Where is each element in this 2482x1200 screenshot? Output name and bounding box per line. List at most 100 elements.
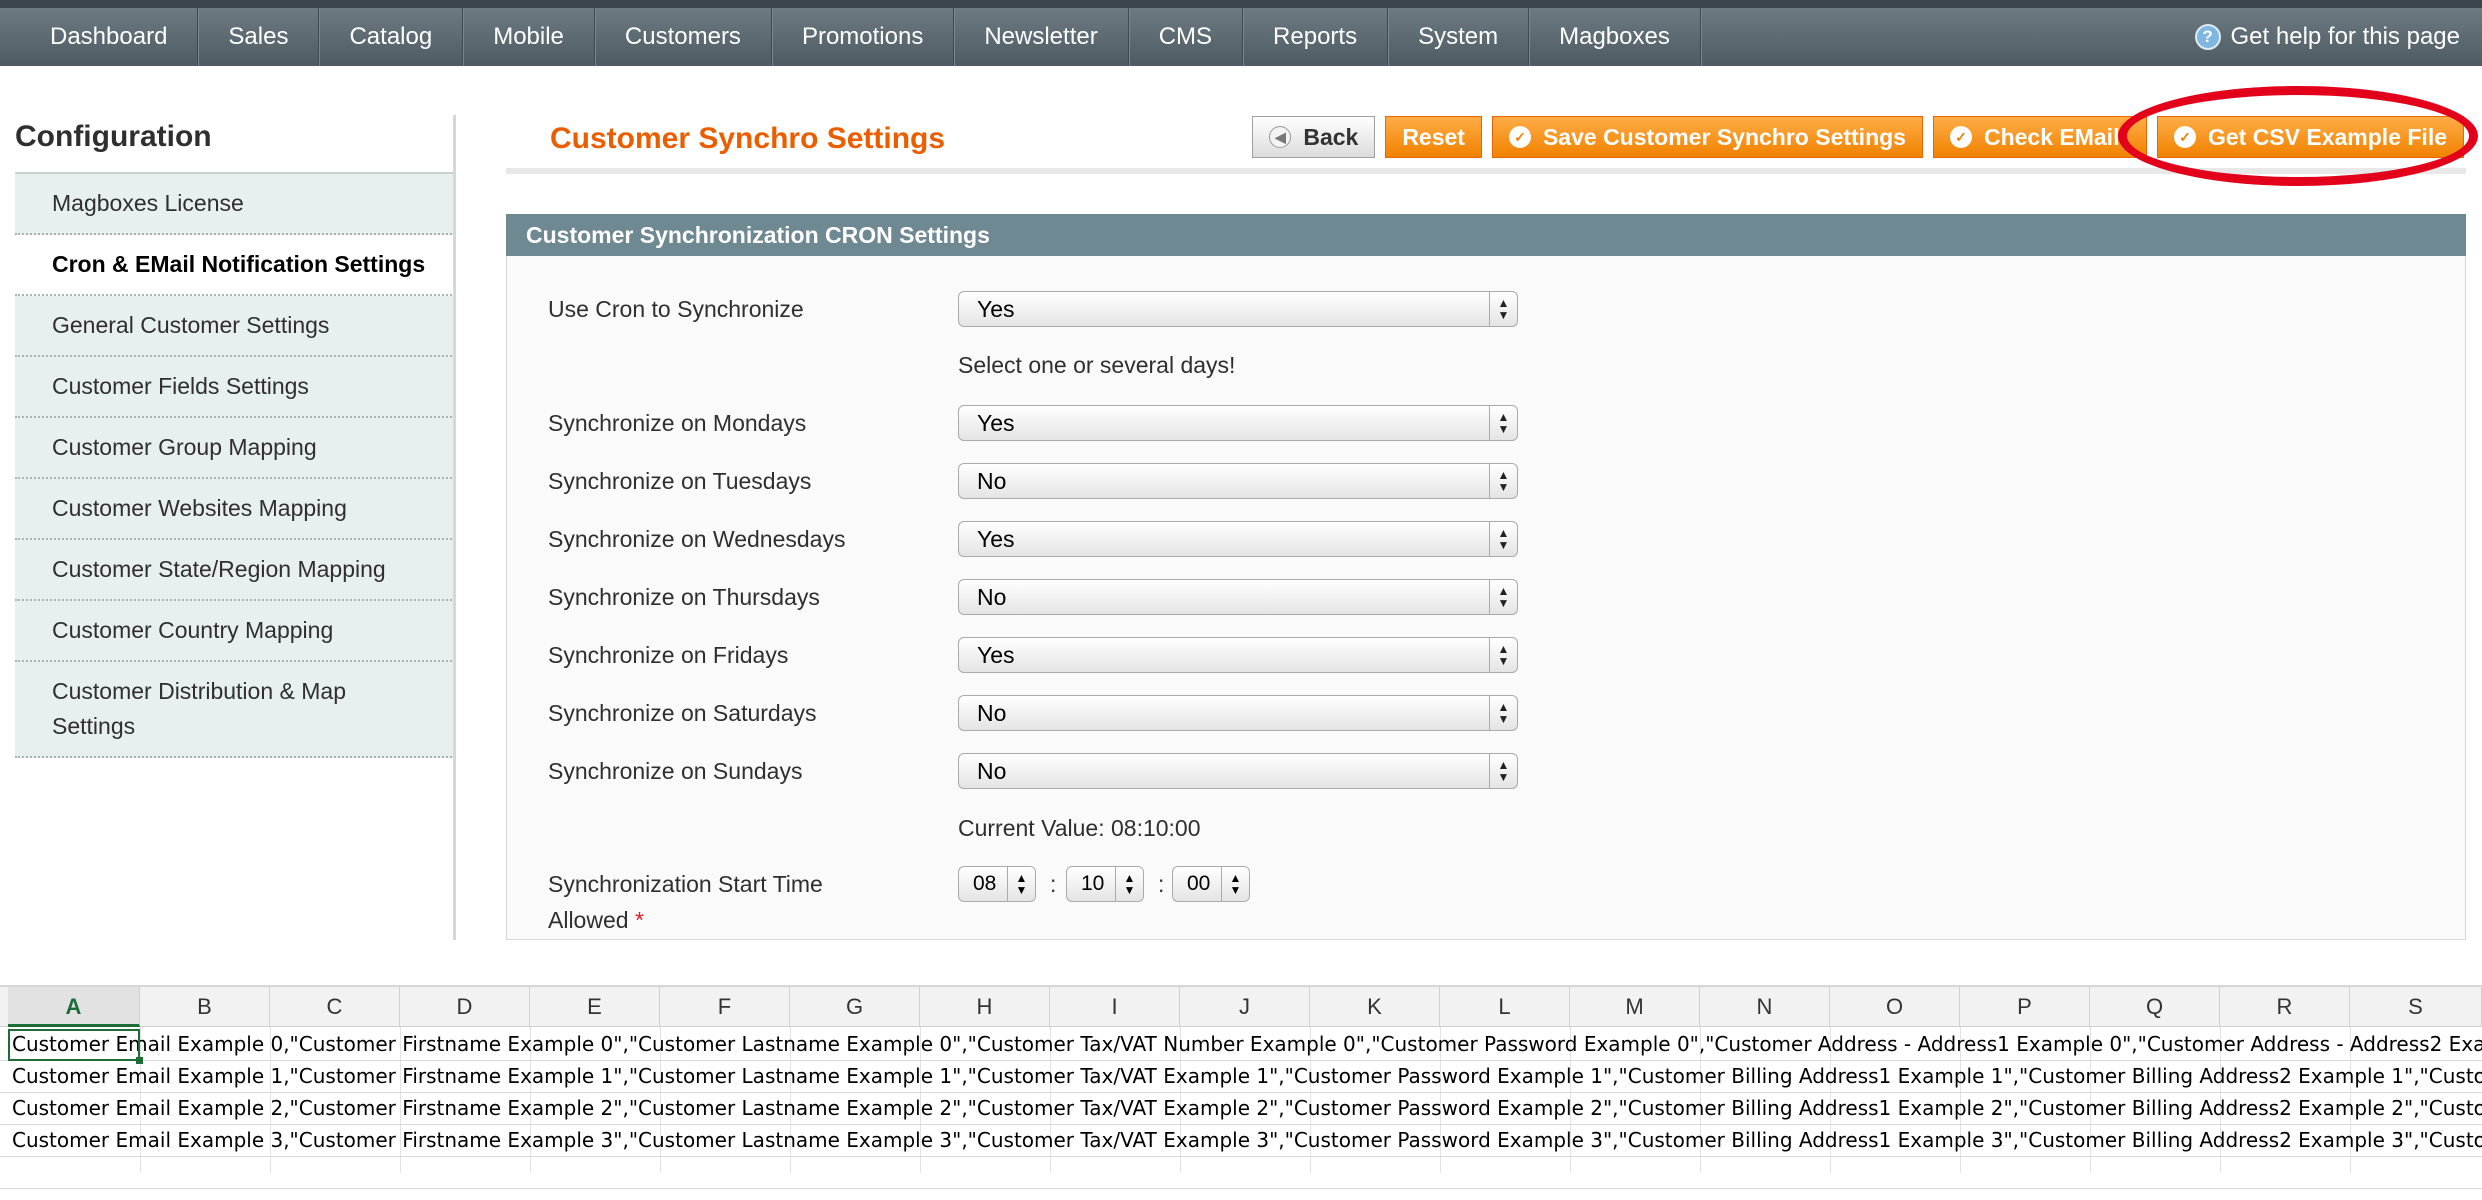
monday-label: Synchronize on Mondays xyxy=(548,410,807,436)
sidebar-item-license[interactable]: Magboxes License xyxy=(15,174,455,235)
days-note: Select one or several days! xyxy=(958,352,1236,378)
select-arrows-icon: ▲ ▼ xyxy=(1489,292,1517,326)
nav-promotions[interactable]: Promotions xyxy=(772,8,955,66)
back-button[interactable]: ◀ Back xyxy=(1252,116,1376,158)
use-cron-select[interactable]: Yes ▲ ▼ xyxy=(958,291,1518,327)
wednesday-select[interactable]: Yes ▲ ▼ xyxy=(958,521,1518,557)
nav-magboxes[interactable]: Magboxes xyxy=(1529,8,1701,66)
column-header-q[interactable]: Q xyxy=(2090,987,2220,1027)
sheet-row-5[interactable] xyxy=(0,1157,2482,1189)
sheet-row-1[interactable]: Customer Email Example 0,"Customer First… xyxy=(0,1029,2482,1061)
column-header-e[interactable]: E xyxy=(530,987,660,1027)
nav-catalog[interactable]: Catalog xyxy=(319,8,464,66)
back-button-label: Back xyxy=(1303,123,1359,150)
wednesday-label: Synchronize on Wednesdays xyxy=(548,526,846,552)
nav-customers[interactable]: Customers xyxy=(595,8,772,66)
nav-mobile[interactable]: Mobile xyxy=(463,8,595,66)
reset-button[interactable]: Reset xyxy=(1385,116,1482,158)
sheet-row-3[interactable]: Customer Email Example 2,"Customer First… xyxy=(0,1093,2482,1125)
section-header: Customer Synchronization CRON Settings xyxy=(506,214,2466,256)
time-colon: : xyxy=(1050,871,1057,897)
sunday-select[interactable]: No ▲ ▼ xyxy=(958,753,1518,789)
select-arrows-icon: ▲ ▼ xyxy=(1489,580,1517,614)
friday-select[interactable]: Yes ▲ ▼ xyxy=(958,637,1518,673)
nav-sales[interactable]: Sales xyxy=(198,8,320,66)
friday-label: Synchronize on Fridays xyxy=(548,642,789,668)
column-header-m[interactable]: M xyxy=(1570,987,1700,1027)
monday-value: Yes xyxy=(977,410,1015,436)
nav-system[interactable]: System xyxy=(1388,8,1530,66)
help-icon: ? xyxy=(2194,24,2221,50)
column-header-g[interactable]: G xyxy=(790,987,920,1027)
tuesday-value: No xyxy=(977,468,1007,494)
thursday-select[interactable]: No ▲ ▼ xyxy=(958,579,1518,615)
minute-select[interactable]: 10 ▲ ▼ xyxy=(1066,866,1144,902)
sunday-value: No xyxy=(977,758,1007,784)
sidebar-title: Configuration xyxy=(15,120,212,153)
second-select[interactable]: 00 ▲ ▼ xyxy=(1172,866,1250,902)
check-email-button[interactable]: ✓ Check EMail xyxy=(1932,116,2147,158)
column-header-row: A B C D E F G H I J K L M N O P Q R S xyxy=(0,985,2482,1027)
column-header-j[interactable]: J xyxy=(1180,987,1310,1027)
column-header-n[interactable]: N xyxy=(1700,987,1830,1027)
sidebar-item-distribution-map[interactable]: Customer Distribution & Map Settings xyxy=(15,662,455,758)
check-circle-icon: ✓ xyxy=(1949,126,1972,148)
column-header-l[interactable]: L xyxy=(1440,987,1570,1027)
saturday-label: Synchronize on Saturdays xyxy=(548,700,817,726)
current-value-text: Current Value: 08:10:00 xyxy=(958,815,1201,841)
hour-value: 08 xyxy=(973,872,997,895)
select-arrows-icon: ▲ ▼ xyxy=(1007,867,1035,901)
required-asterisk: * xyxy=(634,907,644,933)
thursday-label: Synchronize on Thursdays xyxy=(548,584,820,610)
sheet-row-2[interactable]: Customer Email Example 1,"Customer First… xyxy=(0,1061,2482,1093)
page-title: Customer Synchro Settings xyxy=(550,122,946,155)
sidebar-list: Magboxes License Cron & EMail Notificati… xyxy=(15,172,455,758)
sidebar-item-state-region-mapping[interactable]: Customer State/Region Mapping xyxy=(15,540,455,601)
help-label: Get help for this page xyxy=(2230,23,2460,50)
column-header-o[interactable]: O xyxy=(1830,987,1960,1027)
nav-reports[interactable]: Reports xyxy=(1243,8,1389,66)
back-arrow-icon: ◀ xyxy=(1269,126,1292,148)
select-arrows-icon: ▲ ▼ xyxy=(1489,638,1517,672)
sidebar-item-cron-email[interactable]: Cron & EMail Notification Settings xyxy=(15,235,455,296)
check-email-button-label: Check EMail xyxy=(1983,123,2120,150)
column-header-s[interactable]: S xyxy=(2350,987,2482,1027)
nav-cms[interactable]: CMS xyxy=(1129,8,1244,66)
tuesday-label: Synchronize on Tuesdays xyxy=(548,468,812,494)
start-time-label-line2: Allowed xyxy=(548,907,629,933)
saturday-value: No xyxy=(977,700,1007,726)
monday-select[interactable]: Yes ▲ ▼ xyxy=(958,405,1518,441)
column-header-r[interactable]: R xyxy=(2220,987,2350,1027)
save-button-label: Save Customer Synchro Settings xyxy=(1542,123,1906,150)
sidebar-item-websites-mapping[interactable]: Customer Websites Mapping xyxy=(15,479,455,540)
sidebar-item-customer-fields[interactable]: Customer Fields Settings xyxy=(15,357,455,418)
start-time-label: Synchronization Start Time Allowed * xyxy=(548,866,823,938)
wednesday-value: Yes xyxy=(977,526,1015,552)
get-csv-example-button[interactable]: ✓ Get CSV Example File xyxy=(2156,116,2464,158)
hour-select[interactable]: 08 ▲ ▼ xyxy=(958,866,1036,902)
nav-dashboard[interactable]: Dashboard xyxy=(0,8,199,66)
saturday-select[interactable]: No ▲ ▼ xyxy=(958,695,1518,731)
nav-newsletter[interactable]: Newsletter xyxy=(954,8,1129,66)
column-header-c[interactable]: C xyxy=(270,987,400,1027)
help-link[interactable]: ? Get help for this page xyxy=(2194,8,2460,66)
column-header-b[interactable]: B xyxy=(140,987,270,1027)
column-header-d[interactable]: D xyxy=(400,987,530,1027)
column-header-h[interactable]: H xyxy=(920,987,1050,1027)
column-header-p[interactable]: P xyxy=(1960,987,2090,1027)
thursday-value: No xyxy=(977,584,1007,610)
sheet-row-4[interactable]: Customer Email Example 3,"Customer First… xyxy=(0,1125,2482,1157)
tuesday-select[interactable]: No ▲ ▼ xyxy=(958,463,1518,499)
sidebar-item-country-mapping[interactable]: Customer Country Mapping xyxy=(15,601,455,662)
column-header-k[interactable]: K xyxy=(1310,987,1440,1027)
reset-button-label: Reset xyxy=(1402,123,1465,150)
column-header-i[interactable]: I xyxy=(1050,987,1180,1027)
column-header-f[interactable]: F xyxy=(660,987,790,1027)
action-buttons: ◀ Back Reset ✓ Save Customer Synchro Set… xyxy=(1252,116,2464,158)
column-header-a[interactable]: A xyxy=(8,987,140,1027)
sidebar-item-group-mapping[interactable]: Customer Group Mapping xyxy=(15,418,455,479)
sidebar-item-general-customer[interactable]: General Customer Settings xyxy=(15,296,455,357)
sunday-label: Synchronize on Sundays xyxy=(548,758,803,784)
save-settings-button[interactable]: ✓ Save Customer Synchro Settings xyxy=(1491,116,1923,158)
select-arrows-icon: ▲ ▼ xyxy=(1115,867,1143,901)
